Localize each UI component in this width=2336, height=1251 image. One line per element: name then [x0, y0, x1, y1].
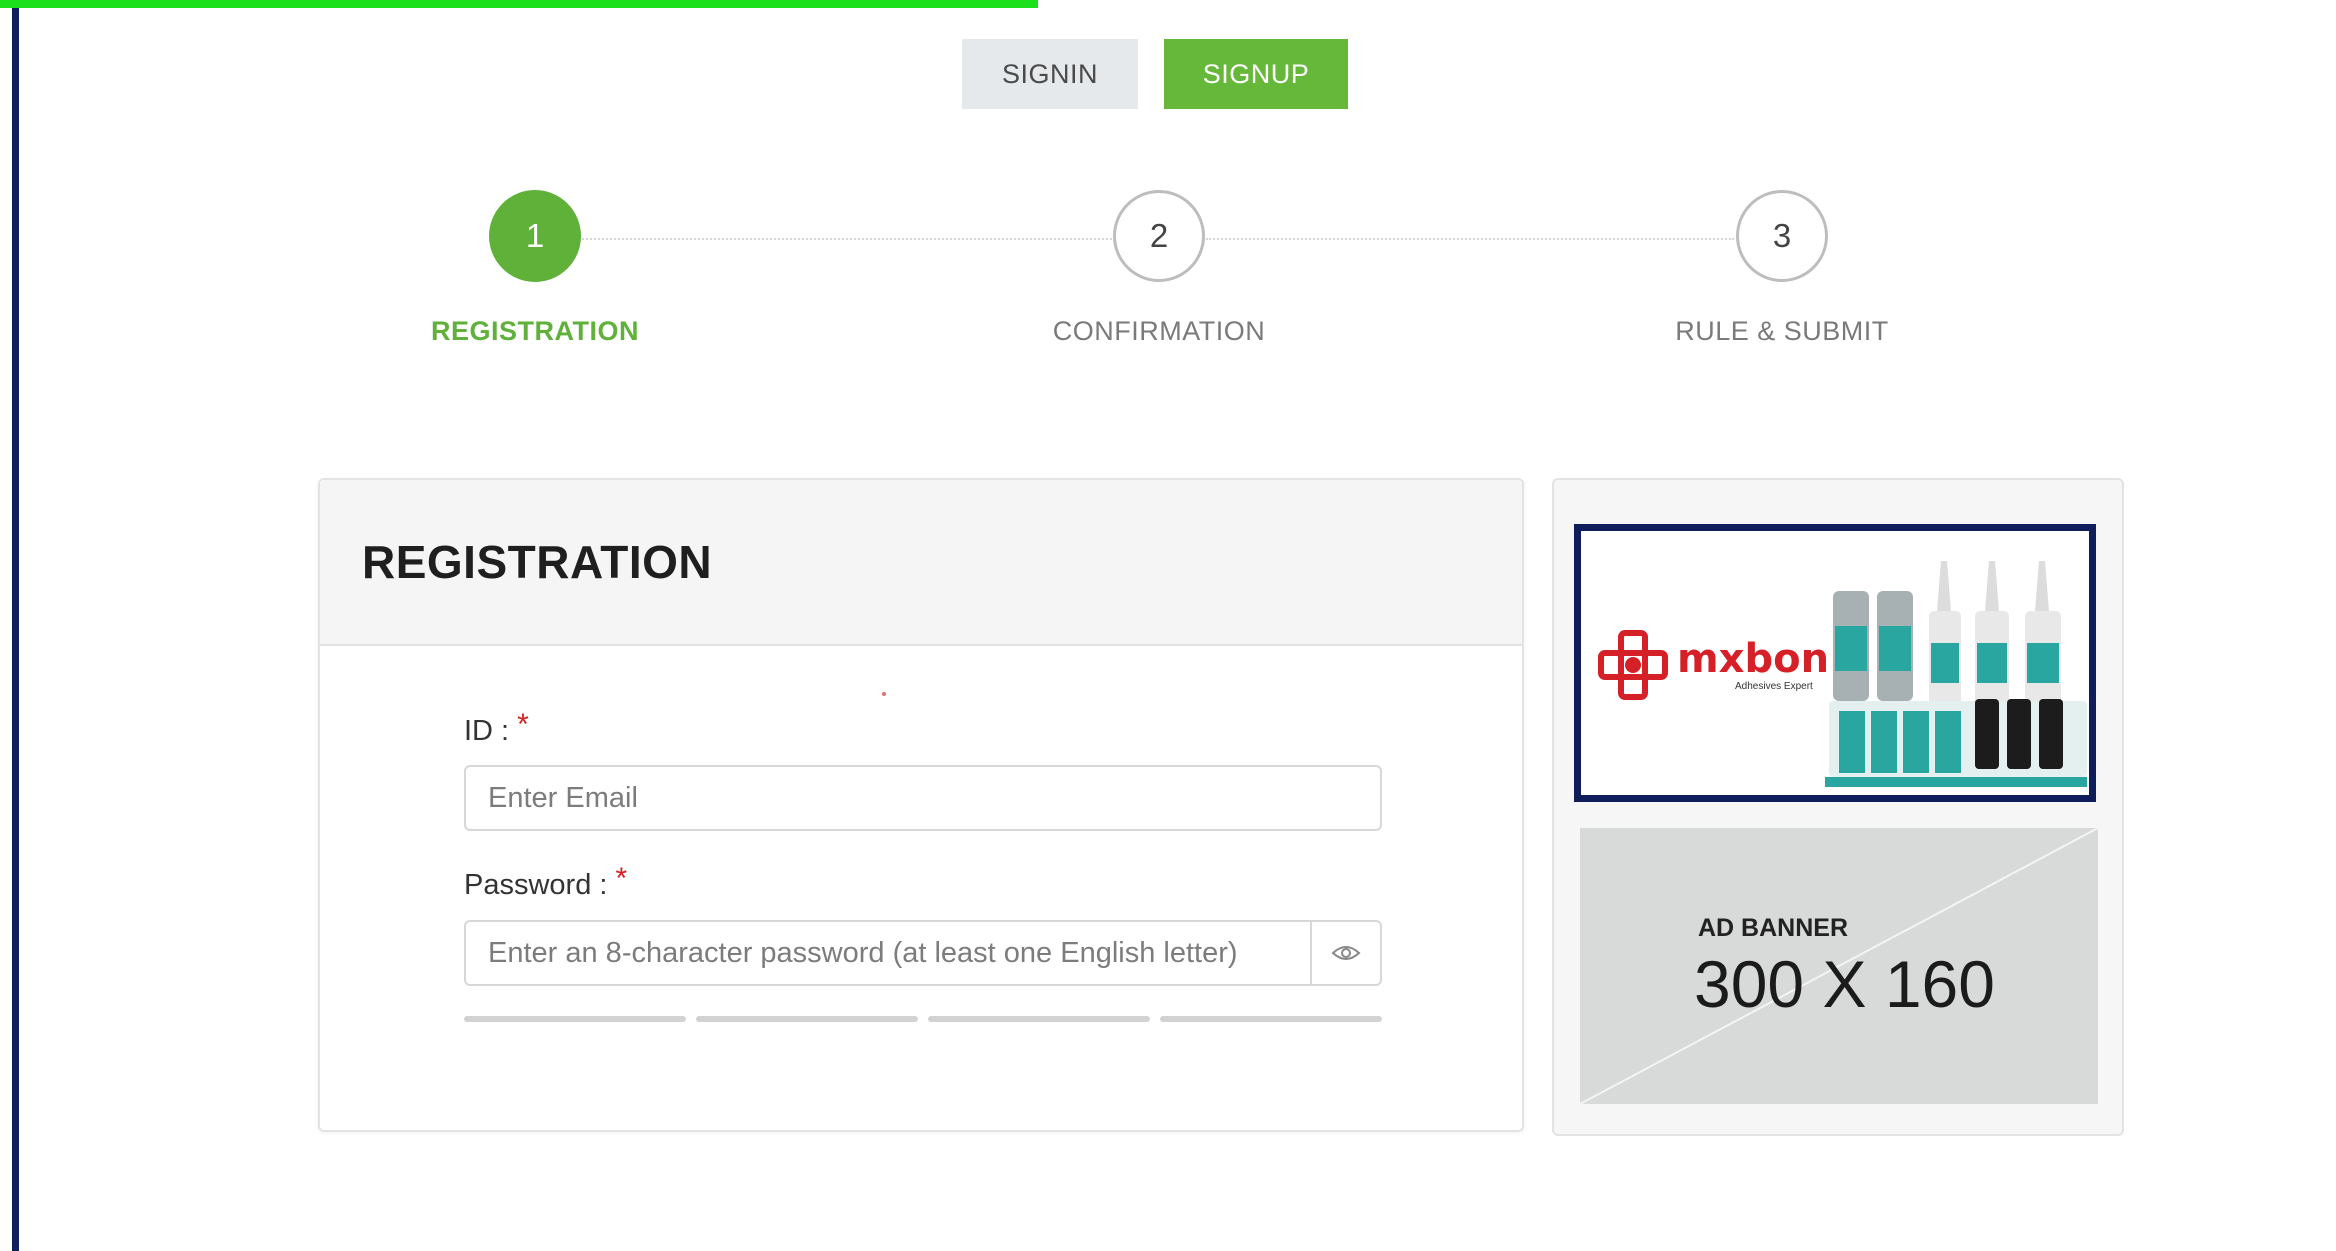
strength-segment [464, 1016, 686, 1022]
strength-segment [928, 1016, 1150, 1022]
step-number: 2 [1113, 190, 1205, 282]
id-label-text: ID : [464, 715, 510, 747]
step-label: REGISTRATION [431, 316, 639, 346]
progress-stepper: 1 REGISTRATION 2 CONFIRMATION 3 RULE & S… [0, 190, 2336, 360]
password-field[interactable] [466, 922, 1310, 984]
password-visibility-toggle[interactable] [1310, 922, 1380, 984]
mxbon-logo-icon [1598, 630, 1668, 700]
page-left-border [12, 0, 19, 1251]
top-accent-bar [0, 0, 1038, 8]
required-marker: * [615, 862, 628, 895]
signup-tab[interactable]: SIGNUP [1164, 39, 1348, 109]
brand-tagline: Adhesives Expert [1735, 680, 1813, 692]
password-input-group [464, 920, 1382, 986]
brand-name: mxbon [1677, 635, 1830, 682]
signin-tab[interactable]: SIGNIN [962, 39, 1138, 109]
registration-card: REGISTRATION ID :* Password :* [318, 478, 1524, 1132]
step-label: CONFIRMATION [1052, 316, 1266, 346]
step-registration: 1 REGISTRATION [385, 190, 685, 347]
step-number: 1 [489, 190, 581, 282]
ad-sidebar: mxbon Adhesives Expert AD BANNER 300 X 1… [1552, 478, 2124, 1136]
step-confirmation: 2 CONFIRMATION [1009, 190, 1309, 347]
brand-ad-banner[interactable]: mxbon Adhesives Expert [1574, 524, 2096, 802]
password-label-text: Password : [464, 869, 608, 901]
strength-segment [1160, 1016, 1382, 1022]
placeholder-ad-banner[interactable]: AD BANNER 300 X 160 [1580, 828, 2098, 1104]
strength-segment [696, 1016, 918, 1022]
step-label: RULE & SUBMIT [1675, 316, 1889, 346]
step-rule-submit: 3 RULE & SUBMIT [1632, 190, 1932, 347]
auth-tabs: SIGNIN SIGNUP [962, 39, 1348, 109]
ad-banner-size: 300 X 160 [1694, 947, 1995, 1021]
eye-icon [1331, 946, 1361, 960]
step-number: 3 [1736, 190, 1828, 282]
required-marker: * [517, 708, 529, 741]
password-field-label: Password : * [464, 862, 627, 902]
decorative-dot [882, 692, 886, 696]
registration-header: REGISTRATION [320, 480, 1522, 646]
password-strength-meter [464, 1016, 1382, 1022]
ad-banner-caption: AD BANNER [1698, 914, 1848, 942]
brand-logo: mxbon Adhesives Expert [1595, 627, 1829, 703]
registration-title: REGISTRATION [362, 536, 713, 588]
email-field[interactable] [464, 765, 1382, 831]
id-field-label: ID : * [464, 708, 529, 748]
product-bottles-image [1825, 561, 2087, 787]
